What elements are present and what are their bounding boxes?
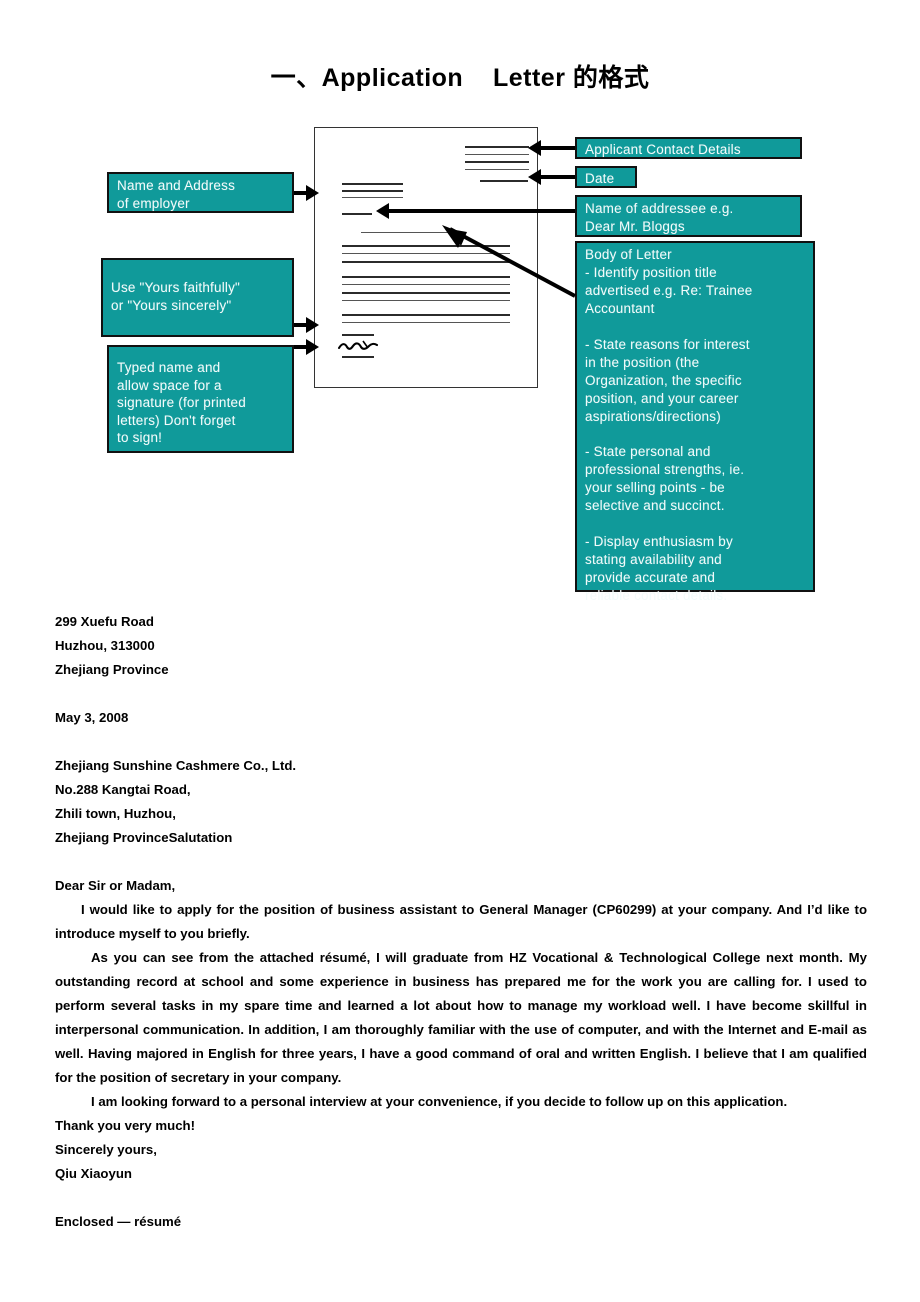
recipient-address-line-4: Zhejiang ProvinceSalutation	[55, 830, 233, 845]
callout-typed-name-signature: Typed name and allow space for a signatu…	[107, 345, 294, 453]
signature-name: Qiu Xiaoyun	[55, 1166, 132, 1181]
application-letter-diagram: Name and Address of employer Use "Yours …	[0, 110, 920, 610]
arrow-body-diagonal	[442, 225, 576, 298]
thanks-line: Thank you very much!	[55, 1118, 195, 1133]
arrow-typed-name-head-icon	[306, 339, 319, 355]
arrow-date-head-icon	[528, 169, 541, 185]
arrow-contact-shaft	[541, 146, 575, 150]
callout-applicant-contact-details: Applicant Contact Details	[575, 137, 802, 159]
mock-line-contact-2	[465, 154, 529, 155]
salutation: Dear Sir or Madam,	[55, 878, 176, 893]
spacer-after-date	[55, 730, 867, 754]
mock-line-contact-4	[465, 169, 529, 170]
signature-squiggle-icon	[337, 340, 379, 350]
recipient-address-line-1: Zhejiang Sunshine Cashmere Co., Ltd.	[55, 758, 297, 773]
mock-line-body-9	[342, 322, 510, 323]
closing-line: Sincerely yours,	[55, 1142, 157, 1157]
callout-closing-phrase: Use "Yours faithfully" or "Yours sincere…	[101, 258, 294, 337]
mock-line-closing	[342, 334, 374, 336]
callout-name-of-addressee: Name of addressee e.g. Dear Mr. Bloggs	[575, 195, 802, 237]
sender-address-line-1: 299 Xuefu Road	[55, 614, 154, 629]
arrow-closing-head-icon	[306, 317, 319, 333]
body-paragraph-2: As you can see from the attached résumé,…	[55, 950, 867, 1085]
mock-line-employer-3	[342, 197, 403, 198]
arrow-date-shaft	[541, 175, 575, 179]
mock-line-date	[480, 180, 528, 182]
mock-line-contact-1	[465, 146, 529, 148]
arrow-addressee-shaft	[389, 209, 575, 213]
spacer-after-sender	[55, 682, 867, 706]
sender-address-line-3: Zhejiang Province	[55, 662, 169, 677]
arrow-contact-head-icon	[528, 140, 541, 156]
spacer-after-recipient	[55, 850, 867, 874]
application-letter-text: 299 Xuefu Road Huzhou, 313000 Zhejiang P…	[55, 610, 867, 1234]
mock-line-salutation	[342, 213, 372, 215]
mock-line-employer-1	[342, 183, 403, 185]
mock-line-employer-2	[342, 190, 403, 192]
page-title: 一、Application Letter 的格式	[270, 64, 650, 92]
arrow-employer-head-icon	[306, 185, 319, 201]
enclosure-line: Enclosed — résumé	[55, 1214, 182, 1229]
body-paragraph-1: I would like to apply for the position o…	[55, 902, 867, 941]
sender-address-line-2: Huzhou, 313000	[55, 638, 155, 653]
recipient-address-line-2: No.288 Kangtai Road,	[55, 782, 191, 797]
callout-name-address-employer: Name and Address of employer	[107, 172, 294, 213]
recipient-address-line-3: Zhili town, Huzhou,	[55, 806, 176, 821]
mock-line-contact-3	[465, 161, 529, 163]
callout-date: Date	[575, 166, 637, 188]
callout-body-of-letter: Body of Letter - Identify position title…	[575, 241, 815, 603]
mock-line-body-8	[342, 314, 510, 316]
mock-line-typed-name	[342, 356, 374, 358]
arrow-addressee-head-icon	[376, 203, 389, 219]
letter-date: May 3, 2008	[55, 710, 129, 725]
body-paragraph-3: I am looking forward to a personal inter…	[91, 1094, 788, 1109]
